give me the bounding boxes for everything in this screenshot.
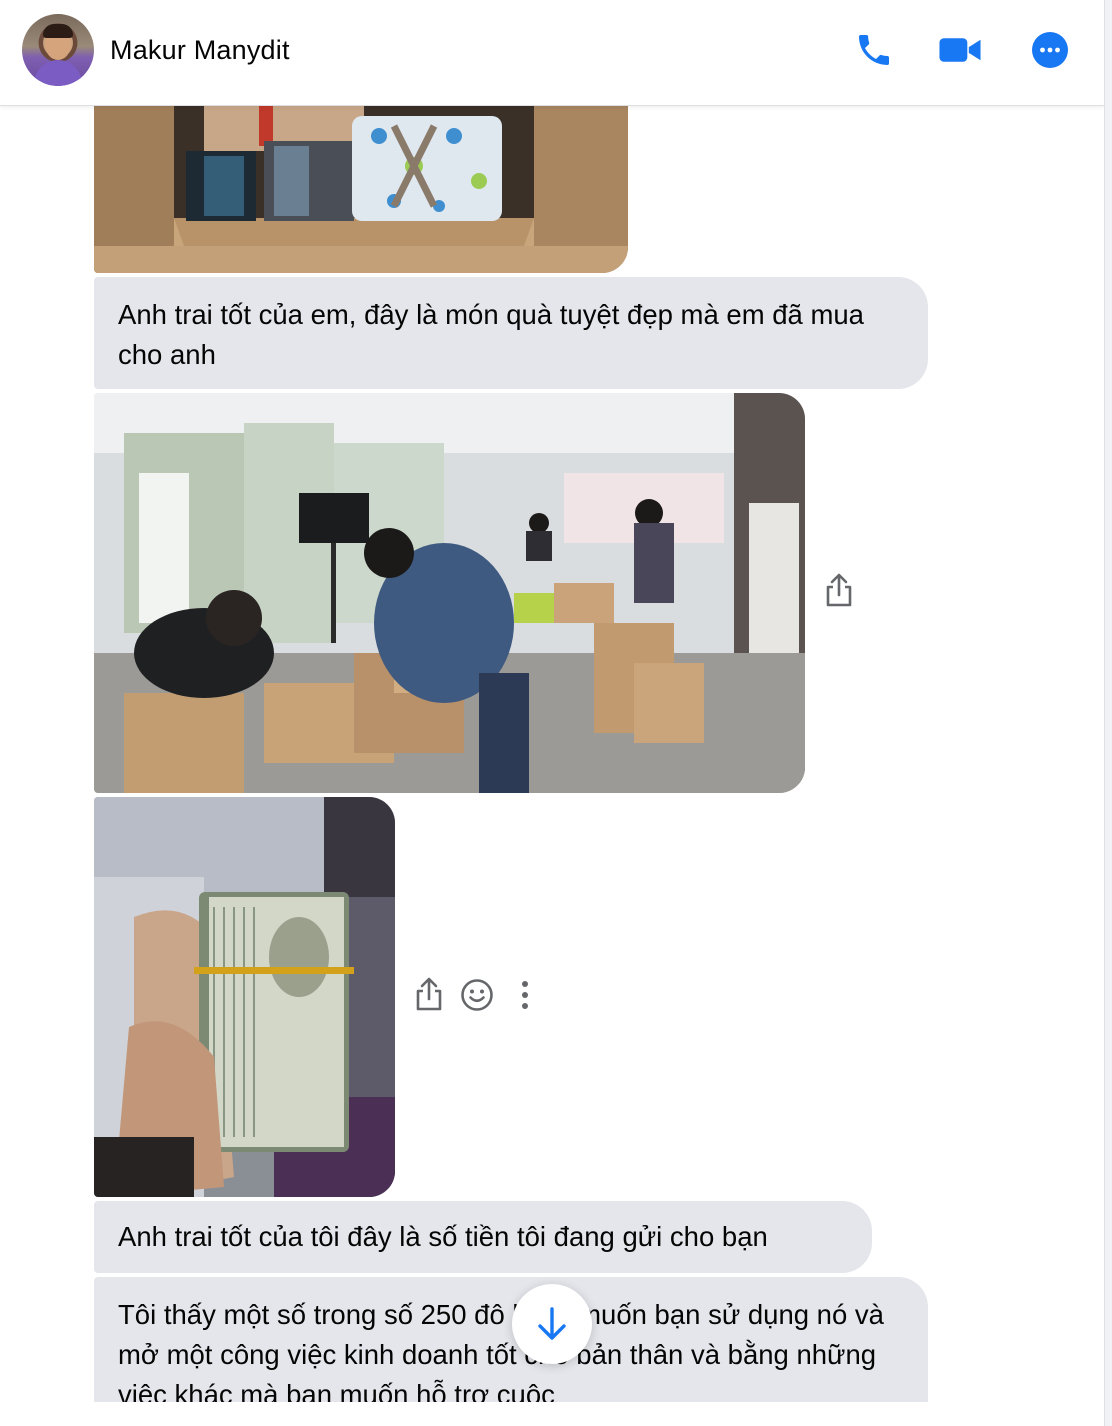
message-bubble[interactable]: Anh trai tốt của tôi đây là số tiền tôi … — [94, 1201, 872, 1273]
photo-office-packing — [94, 393, 805, 793]
phone-icon — [859, 35, 889, 65]
video-camera-icon — [939, 38, 981, 62]
share-button[interactable] — [414, 976, 444, 1012]
contact-name[interactable]: Makur Manydit — [110, 34, 290, 66]
react-button[interactable] — [460, 978, 494, 1012]
more-options-icon — [1032, 32, 1068, 68]
arrow-down-icon — [538, 1307, 566, 1340]
conversation-info-button[interactable] — [1028, 28, 1072, 72]
conversation-header: Makur Manydit — [0, 0, 1104, 106]
video-call-button[interactable] — [938, 28, 982, 72]
image-message-gifts[interactable] — [94, 106, 628, 273]
message-more-button[interactable] — [514, 978, 536, 1014]
viewport-bottom — [0, 1402, 1112, 1426]
message-text: Anh trai tốt của tôi đây là số tiền tôi … — [118, 1221, 768, 1252]
share-icon — [826, 573, 852, 607]
more-vertical-icon — [522, 981, 528, 1009]
photo-dollar-stack — [94, 797, 395, 1197]
image-message-office[interactable] — [94, 393, 805, 793]
message-text: Anh trai tốt của em, đây là món quà tuyệ… — [118, 299, 864, 370]
avatar[interactable] — [22, 14, 94, 86]
scroll-to-bottom-button[interactable] — [512, 1284, 592, 1364]
message-text: Tôi thấy một số trong số 250 đô la tôi m… — [118, 1299, 884, 1410]
image-message-money[interactable] — [94, 797, 395, 1197]
voice-call-button[interactable] — [852, 28, 896, 72]
photo-gift-boxes — [94, 106, 628, 273]
message-bubble[interactable]: Anh trai tốt của em, đây là món quà tuyệ… — [94, 277, 928, 389]
share-button[interactable] — [824, 572, 854, 608]
smiley-react-icon — [461, 979, 493, 1011]
share-icon — [416, 977, 442, 1011]
message-bubble[interactable]: Tôi thấy một số trong số 250 đô la tôi m… — [94, 1277, 928, 1417]
scrollbar-track[interactable] — [1104, 0, 1112, 1426]
